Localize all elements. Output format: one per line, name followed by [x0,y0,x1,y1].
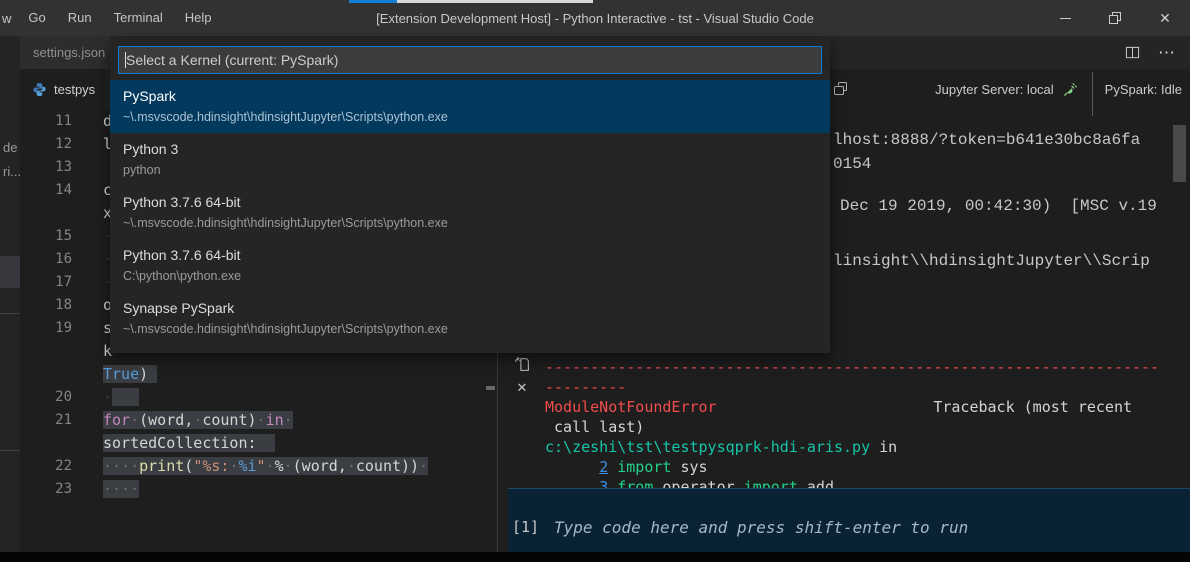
output-text-fragment: lhost:8888/?token=b641e30bc8a6fa [833,131,1140,149]
split-editor-icon[interactable] [1125,45,1140,60]
sidebar-strip: de ri... [0,36,20,552]
line-number: 19 [20,317,72,340]
restore-icon [1109,12,1121,24]
line-number: 20 [20,386,72,409]
kernel-option-description: ~\.msvscode.hdinsight\hdinsightJupyter\S… [123,215,830,232]
overview-ruler-mark [486,386,495,390]
code-line[interactable]: 20· [20,386,497,409]
kernel-option-4[interactable]: Python 3.7.6 64-bit C:\python\python.exe [110,239,830,292]
output-text-fragment: linsight\\hdinsightJupyter\\Scrip [833,252,1150,270]
tab-settings-json[interactable]: settings.json [20,36,110,69]
output-text-fragment: Dec 19 2019, 00:42:30) [MSC v.19 [840,197,1157,215]
line-number: 14 [20,179,72,202]
close-icon: ✕ [1159,10,1171,27]
plug-icon [1063,82,1078,97]
kernel-picker-input[interactable]: Select a Kernel (current: PySpark) [118,46,822,74]
kernel-option-2[interactable]: Python 3 python [110,133,830,186]
line-number: 21 [20,409,72,432]
window-title: [Extension Development Host] - Python In… [376,11,814,26]
line-number: 23 [20,478,72,501]
progress-bar-fill [349,0,397,3]
line-number: 15 [20,225,72,248]
line-number [20,363,72,386]
kernel-option-5[interactable]: Synapse PySpark ~\.msvscode.hdinsight\hdi… [110,292,830,345]
line-number: 12 [20,133,72,156]
traceback-line: ----------------------------------------… [545,357,1159,377]
code-input-placeholder[interactable]: Type code here and press shift-enter to … [554,518,968,537]
sidebar-item-clipped[interactable]: ri... [3,164,20,179]
kernel-option-description: C:\python\python.exe [123,268,830,285]
traceback-line: --------- [545,377,1159,397]
kernel-option-1[interactable]: PySpark ~\.msvscode.hdinsight\hdinsightJu… [110,80,830,133]
line-number: 18 [20,294,72,317]
line-number [20,202,72,225]
scrollbar-thumb[interactable] [1173,125,1186,182]
python-file-icon [32,82,47,97]
menu-bar: w GoRunTerminalHelp [0,0,222,36]
minimize-button[interactable] [1040,0,1090,36]
menu-item-go[interactable]: Go [17,0,56,36]
title-bar: w GoRunTerminalHelp [Extension Developme… [0,0,1190,36]
remove-cell-icon[interactable]: ✕ [517,381,528,394]
cell-execution-count: [1] [512,518,539,536]
restore-button[interactable] [1090,0,1140,36]
menu-item-terminal[interactable]: Terminal [103,0,174,36]
jupyter-server-status[interactable]: Jupyter Server: local [935,82,1054,97]
code-line[interactable]: 21for·(word,·count)·in· [20,409,497,432]
sidebar-divider [0,313,20,314]
progress-bar-track [397,0,593,3]
traceback-line: ModuleNotFoundError Traceback (most rece… [545,397,1159,417]
code-line[interactable]: sortedCollection: [20,432,497,455]
line-number [20,340,72,363]
traceback-output: ----------------------------------------… [545,357,1159,497]
kernel-option-label: Python 3 [123,140,830,159]
line-number: 22 [20,455,72,478]
copy-icon[interactable] [833,81,849,97]
kernel-option-label: Python 3.7.6 64-bit [123,246,830,265]
traceback-line: call last) [545,417,1159,437]
kernel-status[interactable]: PySpark: Idle [1105,82,1182,97]
sidebar-item-clipped[interactable]: de [3,140,17,155]
line-number [20,432,72,455]
line-number: 11 [20,110,72,133]
line-number: 16 [20,248,72,271]
close-button[interactable]: ✕ [1140,0,1190,36]
code-line[interactable]: 22····print("%s:·%i"·%·(word,·count))· [20,455,497,478]
traceback-line: c:\zeshi\tst\testpysqprk-hdi-aris.py in [545,437,1159,457]
traceback-line: 2 import sys [545,457,1159,477]
line-number: 17 [20,271,72,294]
kernel-option-label: PySpark [123,87,830,106]
more-actions-icon[interactable]: ⋯ [1158,36,1176,69]
menu-item-run[interactable]: Run [57,0,103,36]
code-line[interactable]: True) [20,363,497,386]
kernel-option-description: python [123,162,830,179]
kernel-option-description: ~\.msvscode.hdinsight\hdinsightJupyter\S… [123,321,830,338]
minimize-icon [1060,18,1071,19]
menu-item-view-clipped[interactable]: w [0,11,17,26]
output-text-fragment: 0154 [833,155,871,173]
kernel-option-label: Synapse PySpark [123,299,830,318]
line-number: 13 [20,156,72,179]
kernel-option-description: ~\.msvscode.hdinsight\hdinsightJupyter\S… [123,109,830,126]
kernel-option-label: Python 3.7.6 64-bit [123,193,830,212]
sidebar-selected-row[interactable] [0,256,20,288]
kernel-picker-list: PySpark ~\.msvscode.hdinsight\hdinsightJu… [110,80,830,345]
progress-bar [349,0,593,3]
code-line[interactable]: 23···· [20,478,497,501]
tab-testpy[interactable]: testpys [20,69,105,110]
status-bar [0,552,1190,562]
interactive-input-cell[interactable]: [1] Type code here and press shift-enter… [508,488,1190,552]
kernel-picker-dropdown: Select a Kernel (current: PySpark) PySpa… [110,40,830,353]
header-separator [1092,72,1093,116]
sidebar-divider [0,450,20,451]
goto-code-icon[interactable] [514,356,531,373]
menu-item-help[interactable]: Help [174,0,223,36]
kernel-option-3[interactable]: Python 3.7.6 64-bit ~\.msvscode.hdinsight… [110,186,830,239]
